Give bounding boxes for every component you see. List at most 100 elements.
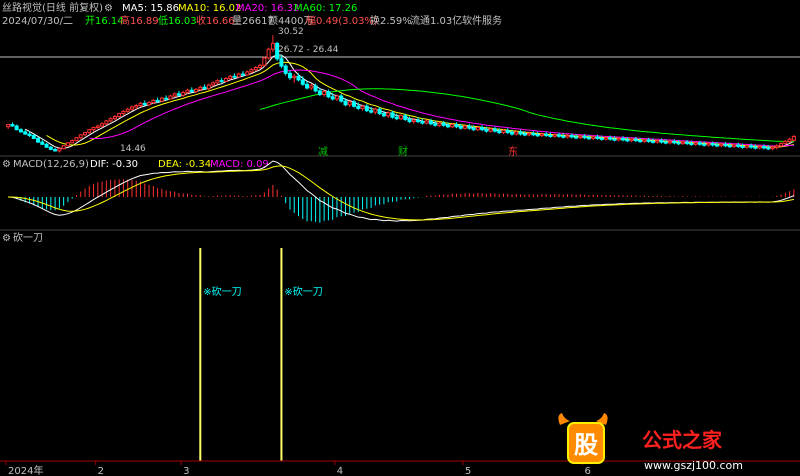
candle-body[interactable] [646,139,651,142]
candle-body[interactable] [164,97,169,100]
candle-body[interactable] [424,120,429,124]
candle-body[interactable] [386,112,391,117]
candle-body[interactable] [258,64,263,68]
candle-body[interactable] [245,71,250,76]
candle-body[interactable] [266,48,271,59]
candle-body[interactable] [697,142,702,145]
candle-body[interactable] [467,125,472,129]
candle-body[interactable] [510,132,515,135]
candle-body[interactable] [633,138,638,142]
candle-body[interactable] [279,58,284,67]
candle-body[interactable] [463,125,468,129]
candle-body[interactable] [142,102,147,106]
candle-body[interactable] [23,131,28,135]
candle-body[interactable] [706,143,711,146]
candle-body[interactable] [117,113,122,118]
candle-body[interactable] [608,137,613,140]
candle-body[interactable] [189,89,194,93]
candle-body[interactable] [356,105,361,109]
candle-body[interactable] [407,118,412,123]
candle-body[interactable] [61,145,66,150]
candle-body[interactable] [10,124,15,127]
candle-body[interactable] [757,145,762,149]
candle-body[interactable] [390,112,395,118]
candle-body[interactable] [770,146,775,150]
candlesticks[interactable] [6,35,796,153]
candle-body[interactable] [300,79,305,85]
candle-body[interactable] [732,144,737,147]
candle-body[interactable] [672,140,677,144]
candle-body[interactable] [595,136,600,139]
candle-body[interactable] [223,77,228,82]
candle-body[interactable] [283,65,288,74]
candle-body[interactable] [420,121,425,124]
candle-body[interactable] [650,140,655,143]
candle-body[interactable] [445,124,450,128]
candle-body[interactable] [91,126,96,131]
candle-body[interactable] [215,80,220,84]
candle-body[interactable] [326,91,331,98]
candle-body[interactable] [629,138,634,142]
candle-body[interactable] [505,129,510,134]
candle-body[interactable] [70,140,75,144]
candle-body[interactable] [347,101,352,106]
candle-body[interactable] [330,96,335,100]
candle-body[interactable] [339,95,344,102]
candle-body[interactable] [574,136,579,139]
candle-body[interactable] [475,126,480,131]
candle-body[interactable] [715,144,719,147]
candle-body[interactable] [87,129,92,134]
candle-body[interactable] [399,115,403,120]
candle-body[interactable] [710,143,715,146]
candle-body[interactable] [719,143,724,147]
candle-body[interactable] [642,139,647,142]
candle-body[interactable] [744,145,749,148]
candle-body[interactable] [317,90,322,96]
candle-body[interactable] [44,143,49,148]
candle-body[interactable] [492,128,497,132]
candle-body[interactable] [723,143,728,147]
candle-body[interactable] [287,72,292,79]
candle-body[interactable] [377,108,382,115]
candle-body[interactable] [441,122,446,126]
candle-body[interactable] [514,131,519,135]
candle-body[interactable] [27,133,32,137]
candle-body[interactable] [552,134,557,137]
candle-body[interactable] [394,116,399,120]
candle-body[interactable] [65,142,70,147]
candle-body[interactable] [428,120,433,125]
candle-body[interactable] [565,135,570,138]
candle-body[interactable] [147,102,152,106]
candle-body[interactable] [249,69,254,73]
candle-body[interactable] [791,136,796,141]
candle-body[interactable] [663,141,668,144]
candle-body[interactable] [433,123,438,126]
candle-body[interactable] [112,116,117,120]
candle-body[interactable] [787,138,792,142]
candle-body[interactable] [360,105,365,109]
candle-body[interactable] [488,128,493,132]
candle-body[interactable] [783,140,788,145]
candle-body[interactable] [262,57,267,66]
candle-body[interactable] [194,88,199,93]
candle-body[interactable] [582,135,587,139]
candle-body[interactable] [364,105,369,112]
candle-body[interactable] [544,133,549,137]
candle-body[interactable] [198,86,203,90]
candle-body[interactable] [416,119,421,123]
candle-body[interactable] [322,91,327,96]
candle-body[interactable] [232,75,237,78]
candle-body[interactable] [309,85,314,89]
candle-body[interactable] [305,83,310,89]
candle-body[interactable] [95,125,100,128]
candle-body[interactable] [535,134,540,137]
candle-body[interactable] [616,137,621,141]
candle-body[interactable] [685,141,690,145]
candle-body[interactable] [83,132,87,136]
candle-body[interactable] [352,101,357,107]
candle-body[interactable] [31,135,36,139]
candle-body[interactable] [219,80,224,83]
indicator-settings-icon[interactable]: ⚙ [2,233,11,244]
candle-body[interactable] [727,145,732,148]
candle-body[interactable] [202,86,207,90]
